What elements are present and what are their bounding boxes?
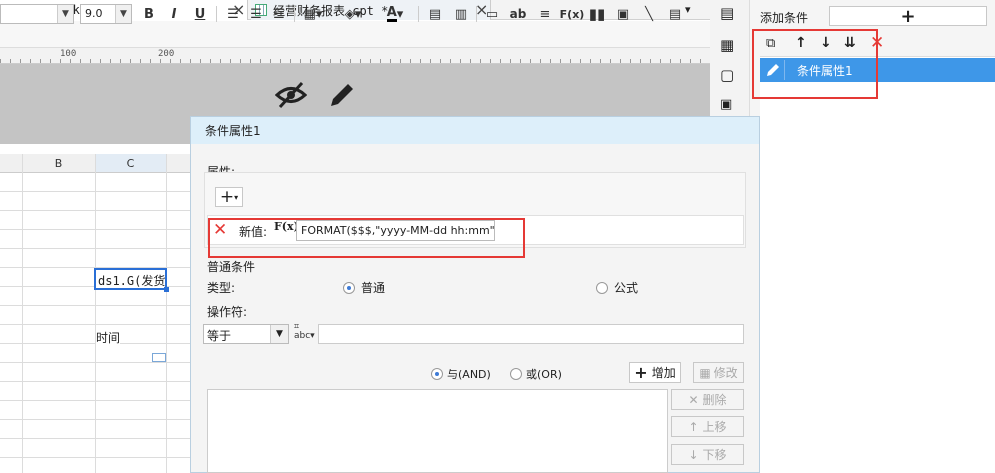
tab-label: 经营财务报表.cpt * [273,3,389,18]
font-color-button[interactable]: A ▾ [380,5,410,23]
text-icon[interactable]: ab [508,5,528,23]
operator-value-input[interactable] [318,324,744,344]
chevron-down-icon: ▼ [115,5,131,23]
paragraph-icon[interactable]: ≡ [535,5,555,23]
widget-icon[interactable]: ▣ [720,97,732,112]
separator [418,6,419,22]
or-radio[interactable]: 或(OR) [510,366,562,382]
image-icon[interactable]: ▣ [614,5,632,23]
highlight-box [208,218,525,258]
type-formula-label: 公式 [614,281,639,295]
attachment-icon[interactable]: ▤ [666,5,684,23]
separator [476,6,477,22]
delete-button[interactable]: ✕ 删除 [671,389,744,410]
condition-list [760,56,995,473]
cell-text[interactable]: 时间 [96,329,121,346]
chevron-down-icon: ▼ [57,5,73,23]
grid-line [95,154,96,473]
add-condition-label: 添加条件 [760,11,809,25]
fill-handle[interactable] [164,287,169,292]
condition-list-box[interactable] [207,389,668,473]
underline-button[interactable]: U [191,5,209,23]
add-button[interactable]: + 增加 [629,362,681,383]
arrow-up-icon: ↑ [688,419,699,434]
separator [216,6,217,22]
separator [294,6,295,22]
operator-value: 等于 [207,329,232,343]
radio-selected-icon [343,281,355,294]
border-icon[interactable]: ▦▾ [300,5,326,23]
chevron-down-icon: ▼ [270,325,288,343]
and-label: 与(AND) [447,368,491,381]
cell-attribute-icon[interactable]: ▦ [720,36,734,54]
column-header-b[interactable]: B [22,154,95,173]
value-type-icon[interactable]: ⌗ abc▾ [294,323,315,341]
radio-selected-icon [431,368,443,380]
arrow-down-icon: ↓ [688,447,699,462]
pin-icon[interactable]: ▾ [685,3,691,16]
ruler-label: 200 [158,49,175,59]
move-down-label: 下移 [702,448,727,462]
font-family-select[interactable]: ▼ [0,4,74,24]
grid-line [22,154,23,473]
plus-icon: + [634,363,648,382]
ruler-label: 100 [60,49,77,59]
eye-hidden-icon[interactable] [275,80,307,110]
cell-widget-icon[interactable] [152,353,166,362]
font-size-select[interactable]: 9.0 ▼ [80,4,132,24]
align-left-icon[interactable]: ☰ [224,5,242,23]
move-down-button[interactable]: ↓ 下移 [671,444,744,465]
font-size-value: 9.0 [85,7,103,20]
column-header-a[interactable] [0,154,22,173]
column-header-c[interactable]: C [95,154,166,173]
delete-button-label: 删除 [702,393,727,407]
frame-icon[interactable]: ▢ [720,66,734,84]
grid-line [166,154,167,473]
type-label: 类型: [207,281,236,295]
modify-button[interactable]: ▦ 修改 [693,362,744,383]
modify-icon: ▦ [699,365,711,380]
selected-cell[interactable]: ds1.G(发货 [94,268,167,290]
text-field-icon[interactable]: ▭ [482,5,502,23]
close-icon: ✕ [688,392,699,407]
add-attribute-button[interactable]: + ▾ [215,187,243,207]
operator-label: 操作符: [207,305,248,319]
unmerge-cells-icon[interactable]: ▥ [452,5,470,23]
and-radio[interactable]: 与(AND) [431,366,491,382]
align-right-icon[interactable]: ☰ [270,5,288,23]
align-center-icon[interactable]: ☰ [247,5,265,23]
fill-color-icon[interactable]: ◈▾ [340,5,366,23]
section-title: 普通条件 [207,260,256,274]
merge-cells-icon[interactable]: ▤ [426,5,444,23]
highlight-box [752,29,878,99]
move-up-label: 上移 [702,420,727,434]
font-color-icon: A [386,5,397,22]
pencil-icon[interactable] [327,80,357,110]
chart-icon[interactable]: ▮▮ [588,5,606,23]
move-up-button[interactable]: ↑ 上移 [671,416,744,437]
radio-icon [596,281,608,294]
type-normal-radio[interactable]: 普通 [343,279,385,296]
dialog-title: 条件属性1 [191,117,759,144]
column-header-d[interactable] [166,154,190,173]
or-label: 或(OR) [526,368,562,381]
bold-button[interactable]: B [140,5,158,23]
add-button-label: 增加 [651,366,676,380]
add-condition-button[interactable]: + [829,6,987,27]
operator-select[interactable]: 等于 ▼ [203,324,289,344]
format-toolbar [0,21,710,48]
plus-icon: + [219,187,235,207]
italic-button[interactable]: I [165,5,183,23]
formula-icon[interactable]: F(x) [560,5,585,23]
cell-element-icon[interactable]: ▤ [720,4,734,22]
ruler [0,48,710,64]
modify-button-label: 修改 [713,366,738,380]
type-formula-radio[interactable]: 公式 [596,279,638,296]
radio-icon [510,368,522,380]
type-normal-label: 普通 [361,281,386,295]
slash-icon[interactable]: ╲ [640,5,658,23]
